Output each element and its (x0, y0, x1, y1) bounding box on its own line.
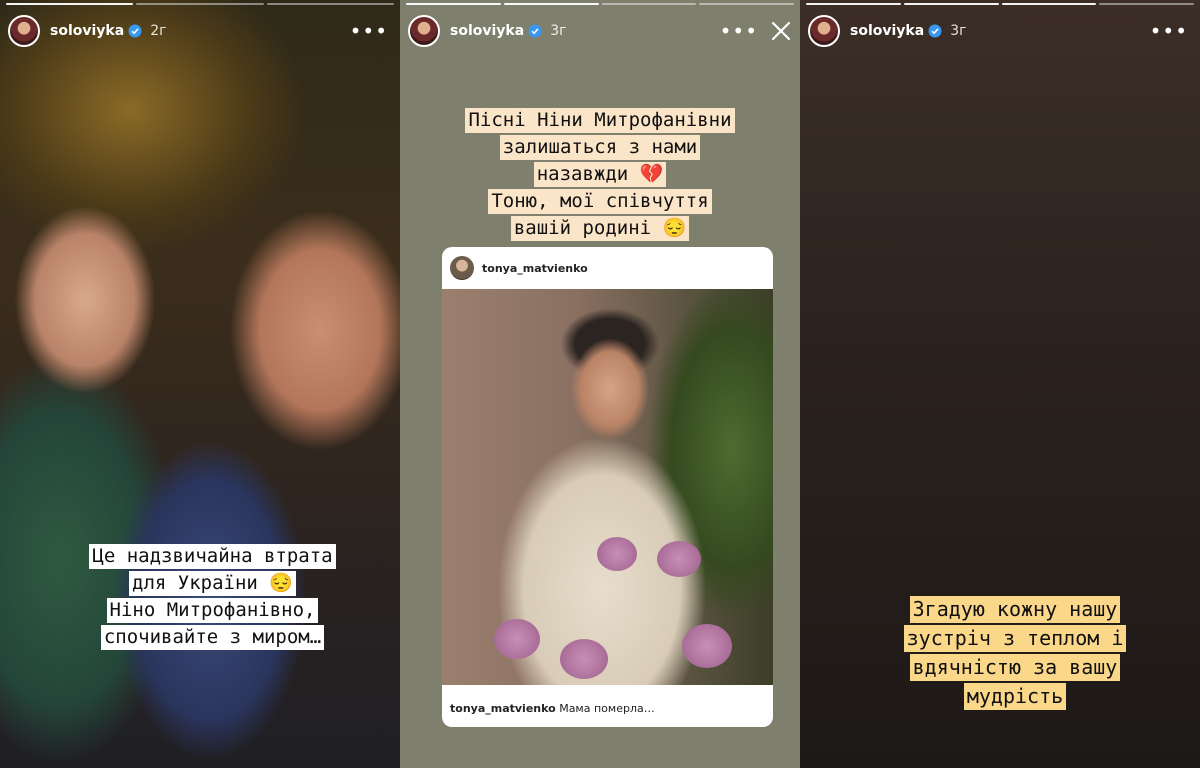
caption-line: мудрість (963, 683, 1067, 710)
progress-segment (406, 3, 501, 5)
caption-line: назавжди 💔 (533, 162, 667, 187)
story-time: 2г (150, 23, 167, 39)
avatar[interactable] (808, 15, 840, 47)
username[interactable]: soloviyka (450, 23, 524, 39)
progress-segment (136, 3, 264, 5)
story-caption: Пісні Ніни Митрофанівни залишаться з нам… (415, 107, 785, 242)
story-header: soloviyka 3г ••• (808, 12, 1192, 50)
caption-line: залишаться з нами (499, 135, 701, 160)
story-panel-3[interactable]: soloviyka 3г ••• Згадую кожну нашу зустр… (800, 0, 1200, 768)
shared-post-caption-user: tonya_matvienko (450, 702, 556, 715)
progress-segment (6, 3, 134, 5)
caption-line: зустріч з теплом і (903, 625, 1127, 652)
more-options-icon[interactable]: ••• (1146, 21, 1192, 41)
story-time: 3г (550, 23, 567, 39)
caption-line: спочивайте з миром… (100, 625, 325, 650)
username[interactable]: soloviyka (850, 23, 924, 39)
story-caption: Згадую кожну нашу зустріч з теплом і вдя… (830, 595, 1200, 711)
progress-segment (806, 3, 901, 5)
progress-segment (903, 3, 999, 5)
more-options-icon[interactable]: ••• (346, 21, 392, 41)
avatar[interactable] (408, 15, 440, 47)
story-photo (0, 0, 400, 768)
caption-line: Згадую кожну нашу (909, 596, 1121, 623)
close-icon[interactable] (770, 20, 792, 42)
rose (657, 541, 701, 577)
shared-post-username[interactable]: tonya_matvienko (482, 262, 588, 275)
progress-segment (1001, 3, 1097, 5)
caption-line: вдячністю за вашу (909, 654, 1121, 681)
story-panel-2[interactable]: soloviyka 3г ••• Пісні Ніни Митрофанівни… (400, 0, 800, 768)
shared-post-photo[interactable] (442, 289, 773, 685)
progress-segment (601, 3, 697, 5)
avatar[interactable] (8, 15, 40, 47)
story-progress-bar (406, 3, 794, 5)
shared-post-avatar[interactable] (450, 256, 474, 280)
rose (597, 537, 637, 571)
more-options-icon[interactable]: ••• (716, 21, 762, 41)
verified-badge-icon (928, 24, 942, 38)
shared-post-header: tonya_matvienko (442, 247, 773, 289)
story-progress-bar (806, 3, 1194, 5)
rose (682, 624, 732, 668)
shared-post-caption: tonya_matvienko Мама померла… (450, 702, 655, 715)
rose (560, 639, 608, 679)
story-caption: Це надзвичайна втрата для України 😔 Ніно… (40, 543, 385, 651)
caption-line: Це надзвичайна втрата (89, 544, 336, 569)
caption-line: Тоню, мої співчуття (488, 189, 712, 214)
progress-segment (266, 3, 394, 5)
story-progress-bar (6, 3, 394, 5)
caption-line: для України 😔 (129, 571, 296, 596)
progress-segment (699, 3, 794, 5)
story-panel-1[interactable]: soloviyka 2г ••• Це надзвичайна втрата д… (0, 0, 400, 768)
username[interactable]: soloviyka (50, 23, 124, 39)
caption-line: Ніно Митрофанівно, (106, 598, 319, 623)
story-header: soloviyka 2г ••• (8, 12, 392, 50)
progress-segment (1099, 3, 1194, 5)
story-header: soloviyka 3г ••• (408, 12, 792, 50)
progress-segment (503, 3, 599, 5)
verified-badge-icon (528, 24, 542, 38)
verified-badge-icon (128, 24, 142, 38)
story-time: 3г (950, 23, 967, 39)
shared-post-caption-text: Мама померла… (559, 702, 655, 715)
shared-post-card[interactable]: tonya_matvienko tonya_matvienko Мама пом… (442, 247, 773, 727)
rose (494, 619, 540, 659)
caption-line: вашій родині 😔 (510, 216, 690, 241)
caption-line: Пісні Ніни Митрофанівни (465, 108, 735, 133)
